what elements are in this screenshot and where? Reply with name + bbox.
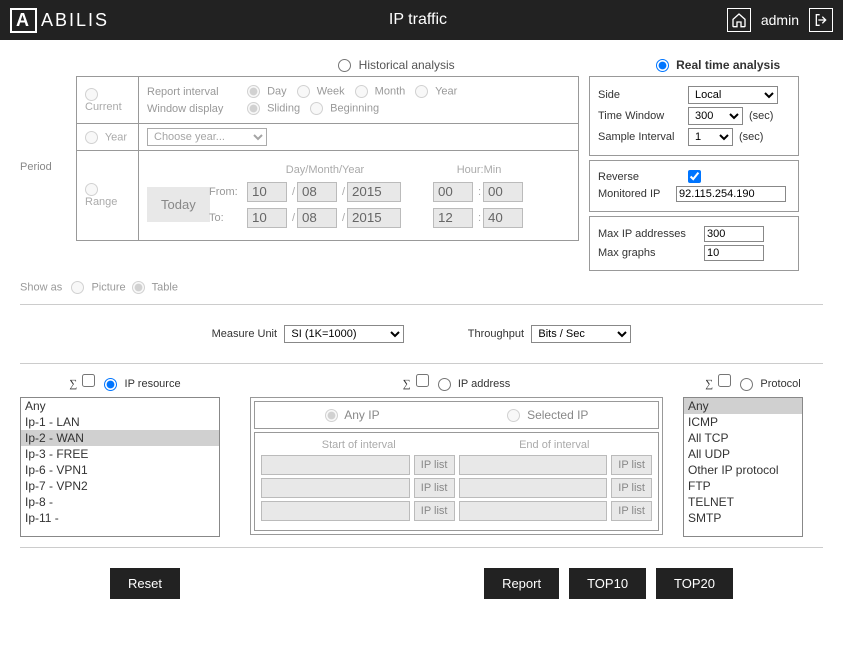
page-title: IP traffic (109, 11, 727, 29)
iplist-btn-3a[interactable]: IP list (414, 501, 455, 521)
to-min (483, 208, 523, 228)
sliding-radio (247, 102, 260, 115)
table-radio (132, 281, 145, 294)
list-item[interactable]: Ip-6 - VPN1 (21, 462, 219, 478)
year-radio (415, 85, 428, 98)
proto-radio[interactable] (740, 378, 753, 391)
report-button[interactable]: Report (484, 568, 559, 599)
start-int-2 (261, 478, 410, 498)
beginning-radio (310, 102, 323, 115)
list-item[interactable]: Ip-1 - LAN (21, 414, 219, 430)
ipres-sum-check[interactable] (82, 374, 95, 387)
sample-interval-select[interactable]: 1 (688, 128, 733, 146)
period-table: Current Report interval Day Week Month Y… (76, 76, 579, 241)
realtime-radio[interactable] (656, 59, 669, 72)
historical-label: Historical analysis (359, 58, 455, 72)
current-radio (85, 88, 98, 101)
brand-text: ABILIS (41, 10, 109, 31)
monitored-ip-input[interactable] (676, 186, 786, 202)
week-radio (297, 85, 310, 98)
to-month (297, 208, 337, 228)
protocol-list[interactable]: AnyICMPAll TCPAll UDPOther IP protocolFT… (683, 397, 803, 537)
list-item[interactable]: All TCP (684, 430, 802, 446)
from-year (347, 182, 401, 202)
iplist-btn-1a[interactable]: IP list (414, 455, 455, 475)
iplist-btn-1b[interactable]: IP list (611, 455, 652, 475)
month-radio (355, 85, 368, 98)
day-radio (247, 85, 260, 98)
reset-button[interactable]: Reset (110, 568, 180, 599)
brand-logo: A ABILIS (10, 8, 109, 33)
list-item[interactable]: All UDP (684, 446, 802, 462)
measure-unit-select[interactable]: SI (1K=1000) (284, 325, 404, 343)
throughput-select[interactable]: Bits / Sec (531, 325, 631, 343)
list-item[interactable]: Ip-2 - WAN (21, 430, 219, 446)
start-int-3 (261, 501, 410, 521)
list-item[interactable]: Any (684, 398, 802, 414)
max-graphs-input[interactable] (704, 245, 764, 261)
list-item[interactable]: FTP (684, 478, 802, 494)
list-item[interactable]: TELNET (684, 494, 802, 510)
end-int-2 (459, 478, 608, 498)
end-int-3 (459, 501, 608, 521)
from-min (483, 182, 523, 202)
to-day (247, 208, 287, 228)
iplist-btn-2b[interactable]: IP list (611, 478, 652, 498)
any-ip-radio (325, 409, 338, 422)
ipaddr-sum-check[interactable] (416, 374, 429, 387)
iplist-btn-3b[interactable]: IP list (611, 501, 652, 521)
list-item[interactable]: Any (21, 398, 219, 414)
to-hour (433, 208, 473, 228)
list-item[interactable]: Other IP protocol (684, 462, 802, 478)
period-label: Period (20, 76, 66, 173)
list-item[interactable]: ICMP (684, 414, 802, 430)
range-radio (85, 183, 98, 196)
realtime-label: Real time analysis (676, 58, 780, 72)
ip-resource-list[interactable]: AnyIp-1 - LANIp-2 - WANIp-3 - FREEIp-6 -… (20, 397, 220, 537)
ipres-radio[interactable] (104, 378, 117, 391)
choose-year-select: Choose year... (147, 128, 267, 146)
time-window-select[interactable]: 300 (688, 107, 743, 125)
picture-radio (71, 281, 84, 294)
list-item[interactable]: Ip-8 - (21, 494, 219, 510)
logo-icon: A (10, 8, 37, 33)
ipaddr-radio[interactable] (438, 378, 451, 391)
from-day (247, 182, 287, 202)
to-year (347, 208, 401, 228)
top10-button[interactable]: TOP10 (569, 568, 646, 599)
historical-radio[interactable] (338, 59, 351, 72)
proto-sum-check[interactable] (718, 374, 731, 387)
side-select[interactable]: Local (688, 86, 778, 104)
reverse-checkbox[interactable] (688, 170, 701, 183)
list-item[interactable]: Ip-7 - VPN2 (21, 478, 219, 494)
list-item[interactable]: Ip-11 - (21, 510, 219, 526)
top20-button[interactable]: TOP20 (656, 568, 733, 599)
logout-icon[interactable] (809, 8, 833, 32)
list-item[interactable]: Ip-3 - FREE (21, 446, 219, 462)
year-period-radio (85, 131, 98, 144)
iplist-btn-2a[interactable]: IP list (414, 478, 455, 498)
from-hour (433, 182, 473, 202)
end-int-1 (459, 455, 608, 475)
user-label: admin (761, 12, 799, 28)
max-ip-input[interactable] (704, 226, 764, 242)
selected-ip-radio (507, 409, 520, 422)
list-item[interactable]: SMTP (684, 510, 802, 526)
start-int-1 (261, 455, 410, 475)
from-month (297, 182, 337, 202)
home-icon[interactable] (727, 8, 751, 32)
today-button: Today (147, 187, 210, 222)
